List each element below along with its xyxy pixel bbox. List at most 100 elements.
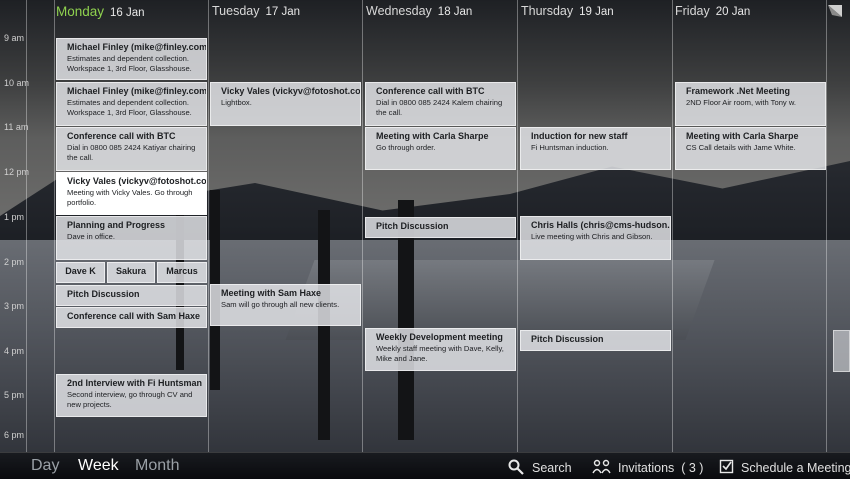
event-title: Vicky Vales (vickyv@fotoshot.com) — [221, 86, 361, 96]
event-title: Planning and Progress — [67, 220, 166, 230]
event-title: Conference call with BTC — [376, 86, 485, 96]
day-date: 19 Jan — [579, 6, 614, 18]
event-description: Dial in 0800 085 2424 Kalem chairing the… — [376, 98, 503, 117]
hour-label: 11 am — [4, 122, 29, 132]
event-description: 2ND Floor Air room, with Tony w. — [686, 98, 797, 107]
view-month-tab[interactable]: Month — [135, 457, 179, 475]
event-description: Weekly staff meeting with Dave, Kelly, M… — [376, 344, 504, 363]
event-description: CS Call details with Jame White. — [686, 143, 796, 152]
day-header-monday[interactable]: Monday 16 Jan — [56, 4, 145, 19]
schedule-meeting-button[interactable]: Schedule a Meeting — [719, 459, 850, 475]
event-card[interactable]: Chris Halls (chris@cms-hudson.com) Live … — [520, 216, 671, 260]
event-card[interactable]: Meeting with Carla Sharpe CS Call detail… — [675, 127, 826, 170]
day-date: 16 Jan — [110, 7, 145, 19]
event-card[interactable]: Dave K — [56, 262, 105, 283]
event-card[interactable]: Conference call with Sam Haxe — [56, 307, 207, 328]
event-description: Lightbox. — [221, 98, 252, 107]
event-description: Go through order. — [376, 143, 436, 152]
view-day-tab[interactable]: Day — [31, 457, 59, 475]
event-description: Estimates and dependent collection. Work… — [67, 98, 192, 117]
invitations-count: ( 3 ) — [681, 461, 704, 475]
event-title: Chris Halls (chris@cms-hudson.com) — [531, 220, 670, 230]
event-card[interactable]: 2nd Interview with Fi Huntsman Second in… — [56, 374, 207, 417]
hour-label: 9 am — [4, 33, 25, 43]
hour-label: 12 pm — [4, 167, 30, 177]
day-header-tuesday[interactable]: Tuesday 17 Jan — [212, 4, 300, 18]
invitations-button[interactable]: Invitations ( 3 ) — [592, 459, 703, 475]
event-card[interactable]: Induction for new staff Fi Huntsman indu… — [520, 127, 671, 170]
event-card[interactable]: Conference call with BTC Dial in 0800 08… — [56, 127, 207, 171]
event-title: Meeting with Sam Haxe — [221, 288, 322, 298]
week-header: Monday 16 Jan Tuesday 17 Jan Wednesday 18 J… — [0, 0, 850, 26]
event-title: Pitch Discussion — [67, 289, 140, 299]
event-title: Induction for new staff — [531, 131, 628, 141]
event-card[interactable]: Pitch Discussion — [365, 217, 516, 238]
page-curl-icon[interactable] — [826, 3, 844, 19]
event-card[interactable]: Michael Finley (mike@finley.com) Estimat… — [56, 38, 207, 80]
event-title: Dave K — [65, 266, 96, 276]
day-header-wednesday[interactable]: Wednesday 18 Jan — [366, 4, 472, 18]
day-header-friday[interactable]: Friday 20 Jan — [675, 4, 750, 18]
search-icon — [508, 459, 524, 475]
checkbox-icon — [719, 459, 734, 474]
hour-label: 4 pm — [4, 346, 25, 356]
event-card[interactable]: Planning and Progress Dave in office. — [56, 216, 207, 260]
event-description: Fi Huntsman induction. — [531, 143, 609, 152]
hour-label: 10 am — [4, 78, 30, 88]
bottom-toolbar: Day Week Month Search Invitations ( 3 ) … — [0, 452, 850, 479]
view-week-tab[interactable]: Week — [78, 457, 119, 475]
invitations-icon — [592, 459, 611, 474]
hour-label: 2 pm — [4, 257, 25, 267]
day-name: Thursday — [521, 4, 574, 18]
day-name: Wednesday — [366, 4, 432, 18]
event-title: Meeting with Carla Sharpe — [686, 131, 799, 141]
event-title: Vicky Vales (vickyv@fotoshot.com) — [67, 176, 207, 186]
event-title: Michael Finley (mike@finley.com) — [67, 86, 207, 96]
event-title: Weekly Development meeting — [376, 332, 503, 342]
event-description: Meeting with Vicky Vales. Go through por… — [67, 188, 193, 207]
event-description: Live meeting with Chris and Gibson. — [531, 232, 653, 241]
event-card[interactable]: Conference call with BTC Dial in 0800 08… — [365, 82, 516, 126]
day-header-thursday[interactable]: Thursday 19 Jan — [521, 4, 614, 18]
hour-label: 3 pm — [4, 301, 25, 311]
day-date: 18 Jan — [437, 6, 473, 18]
event-card[interactable]: Pitch Discussion — [520, 330, 671, 351]
search-button[interactable]: Search — [508, 459, 572, 475]
hour-label: 5 pm — [4, 390, 25, 400]
event-title: Pitch Discussion — [376, 221, 449, 231]
event-title: Sakura — [115, 266, 147, 276]
event-card-selected[interactable]: Vicky Vales (vickyv@fotoshot.com) Meetin… — [56, 172, 207, 215]
day-date: 20 Jan — [715, 6, 751, 18]
event-card[interactable]: Meeting with Carla Sharpe Go through ord… — [365, 127, 516, 170]
event-title: 2nd Interview with Fi Huntsman — [67, 378, 203, 388]
hour-label: 6 pm — [4, 430, 25, 440]
event-card[interactable]: Meeting with Sam Haxe Sam will go throug… — [210, 284, 361, 326]
event-card[interactable]: Vicky Vales (vickyv@fotoshot.com) Lightb… — [210, 82, 361, 126]
event-title: Pitch Discussion — [531, 334, 604, 344]
event-title: Framework .Net Meeting — [686, 86, 791, 96]
event-title: Marcus — [166, 266, 198, 276]
event-card[interactable]: Weekly Development meeting Weekly staff … — [365, 328, 516, 371]
scroll-handle[interactable] — [833, 330, 850, 372]
event-description: Second interview, go through CV and new … — [67, 390, 193, 409]
schedule-meeting-label: Schedule a Meeting — [741, 461, 850, 475]
event-title: Conference call with Sam Haxe — [67, 311, 201, 321]
event-card[interactable]: Pitch Discussion — [56, 285, 207, 306]
day-date: 17 Jan — [265, 6, 301, 18]
day-name: Friday — [675, 4, 710, 18]
event-title: Michael Finley (mike@finley.com) — [67, 42, 207, 52]
invitations-label: Invitations — [618, 461, 675, 475]
day-name: Monday — [56, 4, 105, 19]
event-description: Estimates and dependent collection. Work… — [67, 54, 192, 73]
event-card[interactable]: Marcus — [157, 262, 207, 283]
event-description: Dave in office. — [67, 232, 115, 241]
search-label: Search — [532, 461, 572, 475]
event-card[interactable]: Sakura — [107, 262, 155, 283]
event-title: Conference call with BTC — [67, 131, 176, 141]
day-name: Tuesday — [212, 4, 260, 18]
event-card[interactable]: Michael Finley (mike@finley.com) Estimat… — [56, 82, 207, 126]
event-description: Dial in 0800 085 2424 Katiyar chairing t… — [67, 143, 196, 162]
hour-label: 1 pm — [4, 212, 25, 222]
event-card[interactable]: Framework .Net Meeting 2ND Floor Air roo… — [675, 82, 826, 126]
event-title: Meeting with Carla Sharpe — [376, 131, 489, 141]
